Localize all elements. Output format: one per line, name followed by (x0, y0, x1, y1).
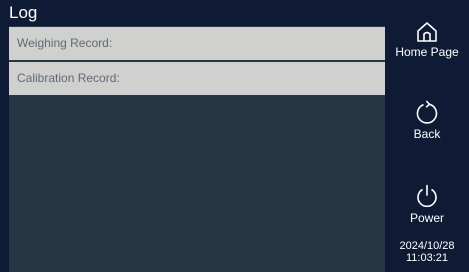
back-button[interactable]: Back (385, 100, 469, 158)
side-panel: Home Page Back Power 2024/10/28 11:03:21 (385, 0, 469, 272)
weighing-record-label: Weighing Record: (17, 36, 113, 50)
log-screen: Log Weighing Record: Calibration Record:… (0, 0, 469, 272)
weighing-record-item[interactable]: Weighing Record: (9, 27, 385, 60)
power-label: Power (409, 211, 444, 225)
home-page-label: Home Page (395, 45, 459, 59)
title-bar: Log (0, 0, 385, 26)
record-list: Weighing Record: Calibration Record: (9, 26, 385, 272)
datetime-display: 2024/10/28 11:03:21 (385, 240, 469, 264)
calibration-record-item[interactable]: Calibration Record: (9, 62, 385, 95)
back-label: Back (413, 127, 441, 141)
date-text: 2024/10/28 (399, 240, 455, 252)
power-icon (417, 184, 437, 208)
power-button[interactable]: Power (385, 184, 469, 236)
page-title: Log (9, 3, 38, 22)
calibration-record-label: Calibration Record: (17, 71, 120, 85)
home-icon (417, 22, 437, 42)
time-text: 11:03:21 (405, 252, 448, 264)
home-page-button[interactable]: Home Page (385, 20, 469, 78)
refresh-back-icon (416, 100, 438, 124)
